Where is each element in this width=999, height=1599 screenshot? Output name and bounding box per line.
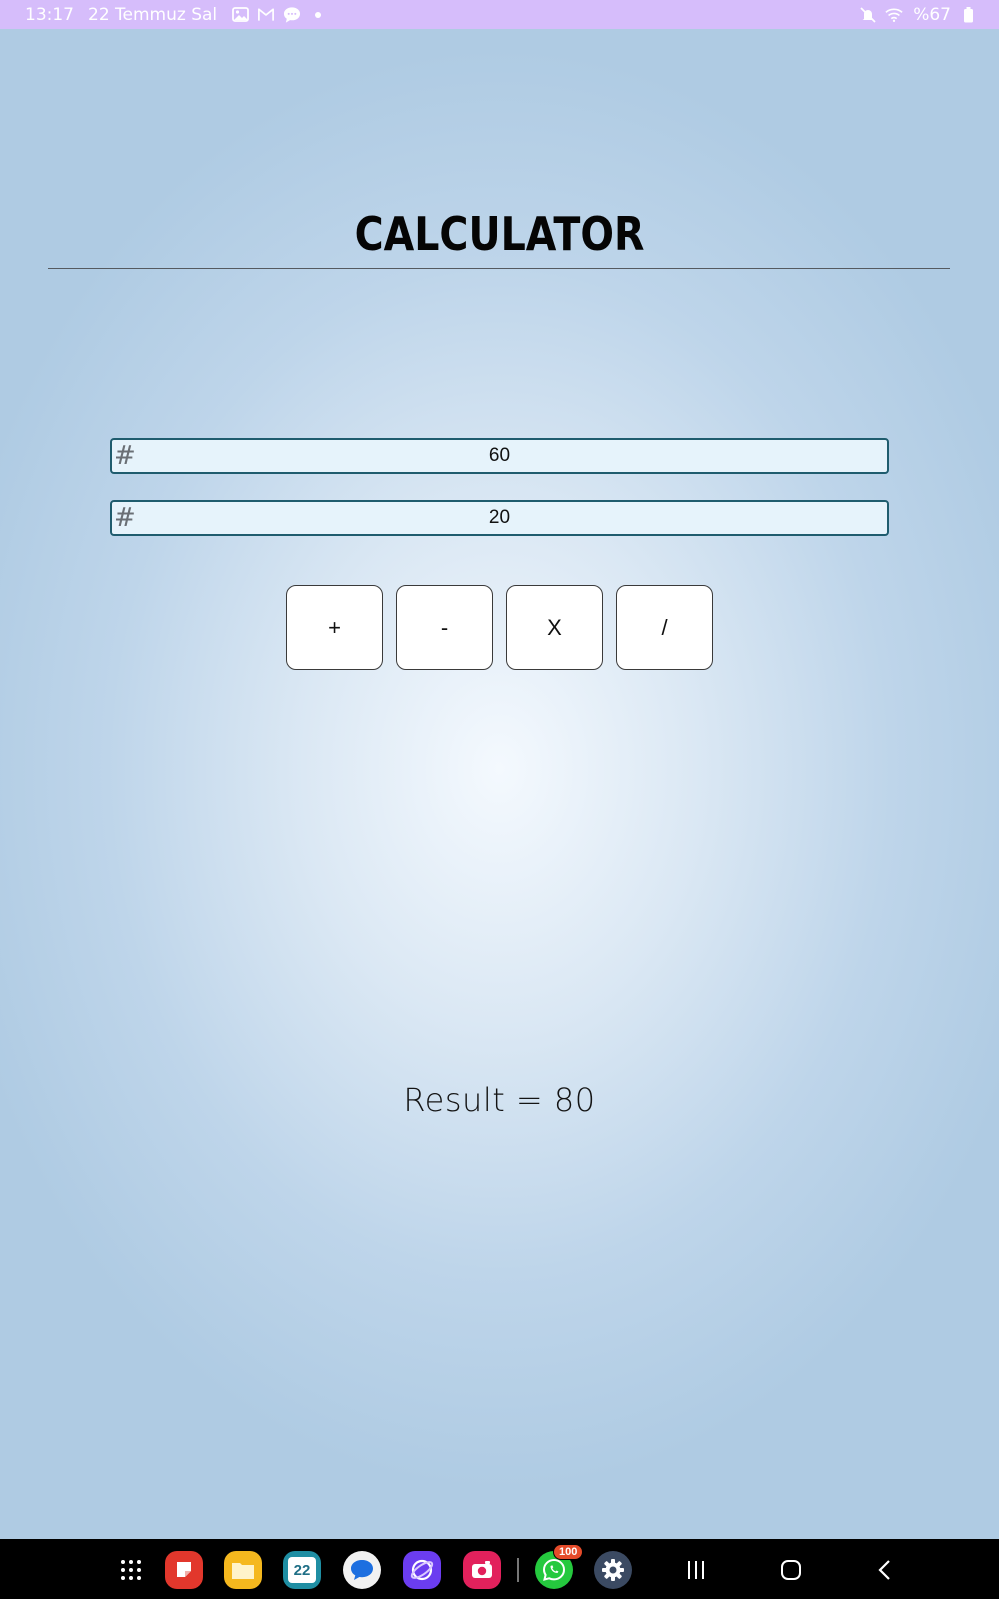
wifi-icon xyxy=(885,6,903,24)
settings-app-icon[interactable] xyxy=(594,1551,632,1589)
whatsapp-app-icon[interactable]: 100 xyxy=(535,1544,584,1589)
divide-button[interactable]: / xyxy=(616,585,713,670)
battery-percent: %67 xyxy=(913,4,951,25)
recents-icon[interactable] xyxy=(679,1553,713,1587)
calculator-app: CALCULATOR # # + - X / Result = 80 xyxy=(0,29,999,1539)
status-bar: 13:17 22 Temmuz Sal %67 xyxy=(0,0,999,29)
multiply-button[interactable]: X xyxy=(506,585,603,670)
home-icon[interactable] xyxy=(774,1553,808,1587)
notification-badge: 100 xyxy=(553,1544,584,1560)
battery-icon xyxy=(959,6,977,24)
status-date: 22 Temmuz Sal xyxy=(88,4,218,25)
back-icon[interactable] xyxy=(868,1553,902,1587)
gallery-icon xyxy=(231,6,249,24)
calendar-day: 22 xyxy=(288,1557,316,1583)
navigation-bar: 22 100 xyxy=(0,1539,999,1599)
title-divider xyxy=(48,268,950,269)
hash-icon: # xyxy=(114,441,136,471)
calendar-app-icon[interactable]: 22 xyxy=(283,1551,321,1589)
add-button[interactable]: + xyxy=(286,585,383,670)
files-app-icon[interactable] xyxy=(224,1551,262,1589)
number-field-a[interactable]: # xyxy=(110,438,889,474)
messages-icon xyxy=(283,6,301,24)
browser-app-icon[interactable] xyxy=(403,1551,441,1589)
page-title: CALCULATOR xyxy=(354,207,645,261)
subtract-button[interactable]: - xyxy=(396,585,493,670)
messages-app-icon[interactable] xyxy=(343,1551,381,1589)
app-drawer-icon[interactable] xyxy=(112,1551,150,1589)
number-input-a[interactable] xyxy=(112,440,887,472)
mute-icon xyxy=(859,6,877,24)
number-field-b[interactable]: # xyxy=(110,500,889,536)
hash-icon: # xyxy=(114,503,136,533)
status-right: %67 xyxy=(859,5,977,25)
notes-app-icon[interactable] xyxy=(165,1551,203,1589)
number-input-b[interactable] xyxy=(112,502,887,534)
status-time: 13:17 xyxy=(25,4,74,25)
dot-icon xyxy=(309,6,327,24)
dock-separator xyxy=(517,1558,519,1582)
status-left: 13:17 22 Temmuz Sal xyxy=(25,5,327,25)
camera-app-icon[interactable] xyxy=(463,1551,501,1589)
operator-buttons: + - X / xyxy=(286,585,713,670)
gmail-icon xyxy=(257,6,275,24)
result-text: Result = 80 xyxy=(403,1081,596,1119)
